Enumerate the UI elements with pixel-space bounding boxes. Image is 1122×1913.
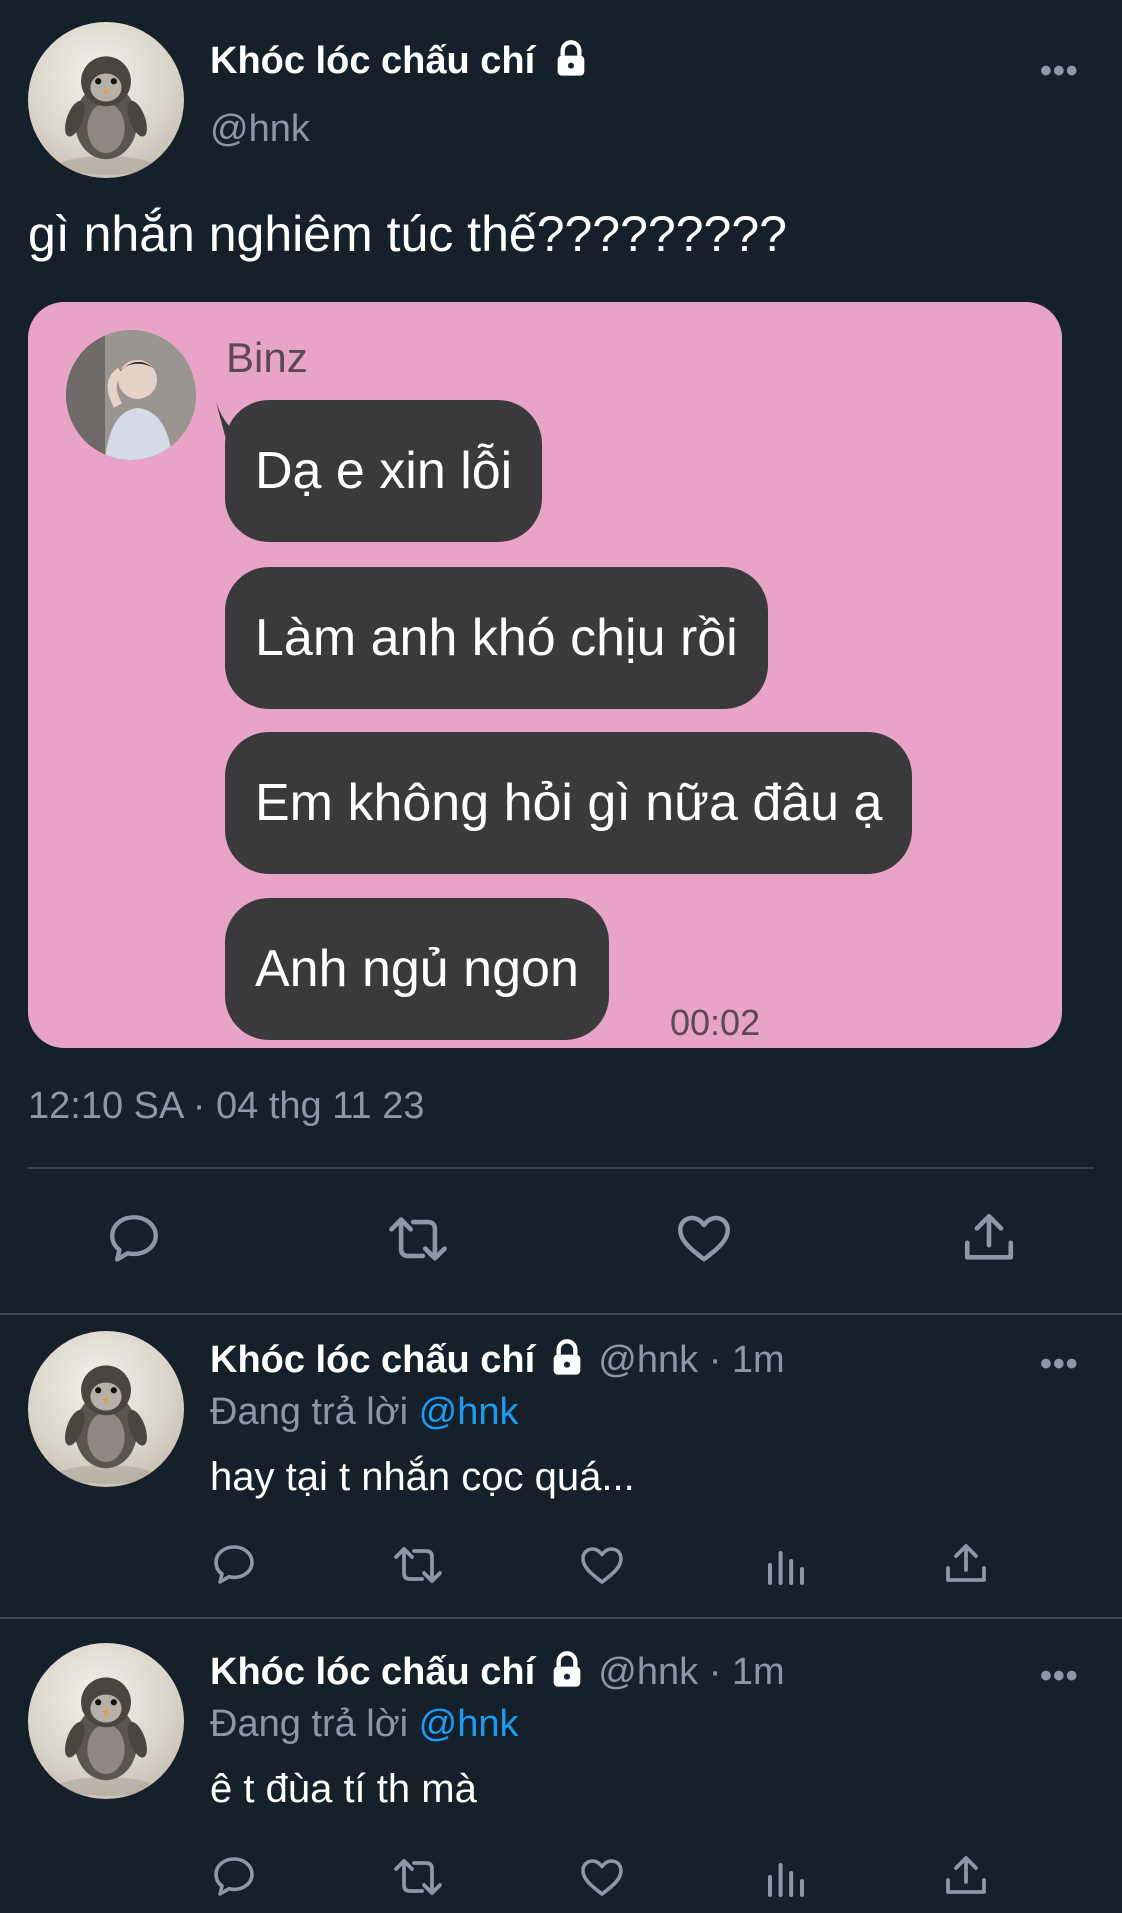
avatar[interactable] — [28, 1331, 184, 1487]
heart-icon — [678, 1215, 730, 1262]
share-icon — [964, 1213, 1014, 1260]
reply-icon — [110, 1215, 158, 1262]
views-button[interactable] — [762, 1541, 810, 1589]
like-button[interactable] — [673, 1208, 735, 1268]
chat-message-4: Anh ngủ ngon — [225, 898, 609, 1040]
reply-icon — [214, 1545, 254, 1584]
heart-icon — [581, 1547, 623, 1584]
reply-button[interactable] — [210, 1853, 258, 1901]
replying-to-handle[interactable]: @hnk — [419, 1391, 519, 1433]
chat-sender-avatar — [66, 330, 196, 460]
penguin-avatar-image — [59, 1677, 153, 1796]
chat-message-1: Dạ e xin lỗi — [225, 400, 543, 542]
more-options-icon[interactable]: ••• — [1040, 1657, 1079, 1696]
author-name-row[interactable]: Khóc lóc chấu chí — [210, 40, 592, 83]
author-display-name[interactable]: Khóc lóc chấu chí — [210, 40, 535, 82]
author-handle-and-time[interactable]: @hnk · 1m — [598, 1339, 784, 1381]
reply-header: Khóc lóc chấu chí @hnk · 1m — [210, 1339, 785, 1382]
tweet-media-image[interactable]: Binz Dạ e xin lỗi Làm anh khó chịu rồi E… — [28, 302, 1062, 1048]
author-handle[interactable]: @hnk — [210, 108, 310, 151]
chat-message-2: Làm anh khó chịu rồi — [225, 567, 768, 709]
views-icon — [768, 1863, 804, 1897]
retweet-icon — [389, 1217, 447, 1261]
retweet-button[interactable] — [390, 1853, 446, 1901]
chat-message-3: Em không hỏi gì nữa đâu ạ — [225, 732, 913, 874]
reply-button[interactable] — [210, 1541, 258, 1589]
tweet-timestamp[interactable]: 12:10 SA · 04 thg 11 23 — [28, 1085, 425, 1128]
reply-button[interactable] — [105, 1210, 163, 1268]
reply-text: hay tại t nhắn cọc quá... — [210, 1455, 635, 1499]
share-icon — [946, 1544, 986, 1582]
chat-sender-name: Binz — [226, 334, 308, 381]
share-button[interactable] — [942, 1851, 990, 1901]
replying-to-line: Đang trả lời @hnk — [210, 1391, 519, 1434]
replying-to-label: Đang trả lời — [210, 1391, 409, 1433]
replying-to-line: Đang trả lời @hnk — [210, 1703, 519, 1746]
replying-to-handle[interactable]: @hnk — [419, 1703, 519, 1745]
penguin-avatar-image — [59, 56, 153, 175]
avatar[interactable] — [28, 1643, 184, 1799]
replying-to-label: Đang trả lời — [210, 1703, 409, 1745]
retweet-icon — [394, 1547, 442, 1583]
heart-icon — [581, 1859, 623, 1896]
views-icon — [768, 1551, 804, 1585]
retweet-icon — [394, 1859, 442, 1895]
lock-icon — [557, 40, 585, 76]
divider — [28, 1167, 1094, 1169]
reply-text: ê t đùa tí th mà — [210, 1767, 477, 1811]
author-handle-and-time[interactable]: @hnk · 1m — [598, 1651, 784, 1693]
author-display-name[interactable]: Khóc lóc chấu chí — [210, 1651, 535, 1693]
like-button[interactable] — [577, 1541, 627, 1589]
retweet-button[interactable] — [390, 1541, 446, 1589]
more-options-icon[interactable]: ••• — [1040, 1345, 1079, 1384]
reply-tweet[interactable]: Khóc lóc chấu chí @hnk · 1m ••• Đang trả… — [0, 1315, 1122, 1617]
retweet-button[interactable] — [385, 1210, 451, 1268]
lock-icon — [553, 1651, 581, 1687]
penguin-avatar-image — [59, 1365, 153, 1484]
author-display-name[interactable]: Khóc lóc chấu chí — [210, 1339, 535, 1381]
like-button[interactable] — [577, 1853, 627, 1901]
share-button[interactable] — [942, 1539, 990, 1589]
more-options-icon[interactable]: ••• — [1040, 52, 1079, 91]
share-icon — [946, 1856, 986, 1894]
reply-icon — [214, 1857, 254, 1896]
avatar[interactable] — [28, 22, 184, 178]
chat-message-time: 00:02 — [670, 1002, 761, 1043]
lock-icon — [553, 1339, 581, 1375]
tweet-text: gì nhắn nghiêm túc thế????????? — [28, 206, 787, 262]
views-button[interactable] — [762, 1853, 810, 1901]
person-photo — [66, 330, 196, 460]
share-button[interactable] — [960, 1208, 1018, 1268]
reply-header: Khóc lóc chấu chí @hnk · 1m — [210, 1651, 785, 1694]
reply-tweet[interactable]: Khóc lóc chấu chí @hnk · 1m ••• Đang trả… — [0, 1619, 1122, 1913]
